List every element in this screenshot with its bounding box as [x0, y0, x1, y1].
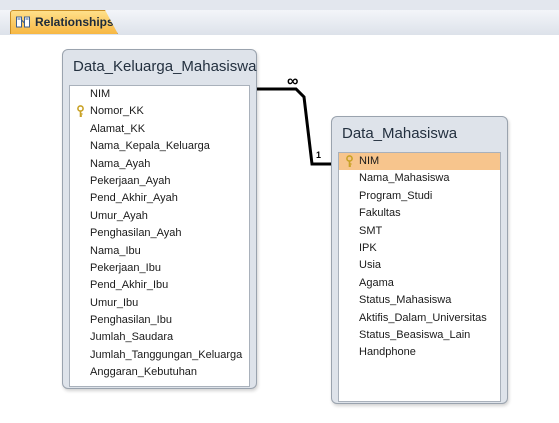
field-row[interactable]: Umur_Ibu — [70, 295, 249, 312]
field-row[interactable]: Status_Beasiswa_Lain — [339, 327, 500, 344]
tab-relationships[interactable]: Relationships — [10, 10, 118, 34]
field-row[interactable]: Aktifis_Dalam_Universitas — [339, 310, 500, 327]
field-name: Nomor_KK — [90, 105, 144, 118]
table-data-mahasiswa[interactable]: Data_Mahasiswa NIM Nama_Mahasiswa Program_… — [331, 116, 508, 404]
field-name: Pend_Akhir_Ayah — [90, 192, 178, 205]
field-row[interactable]: Umur_Ayah — [70, 208, 249, 225]
field-name: NIM — [359, 155, 380, 167]
field-row[interactable]: Penghasilan_Ayah — [70, 225, 249, 242]
field-name: Nama_Ibu — [90, 244, 141, 257]
field-name: IPK — [359, 241, 377, 254]
field-name: Alamat_KK — [90, 122, 146, 135]
field-row[interactable]: NIM — [70, 86, 249, 103]
field-name: Pekerjaan_Ayah — [90, 174, 171, 187]
field-name: SMT — [359, 224, 383, 237]
field-name: Nama_Kepala_Keluarga — [90, 140, 210, 153]
field-name: NIM — [90, 88, 111, 100]
field-row[interactable]: Anggaran_Kebutuhan — [70, 364, 249, 381]
field-name: Agama — [359, 276, 394, 289]
field-row[interactable]: Program_Studi — [339, 188, 500, 205]
field-row[interactable]: IPK — [339, 240, 500, 257]
field-row[interactable]: Nama_Kepala_Keluarga — [70, 138, 249, 155]
field-row[interactable]: Nama_Mahasiswa — [339, 170, 500, 187]
field-name: Penghasilan_Ibu — [90, 314, 172, 327]
document-tab-bar: Relationships — [0, 0, 559, 36]
table-title: Data_Mahasiswa — [342, 125, 458, 142]
field-name: Pekerjaan_Ibu — [90, 261, 161, 274]
field-row[interactable]: NIM — [339, 153, 500, 171]
field-row[interactable]: Pekerjaan_Ayah — [70, 173, 249, 190]
field-name: Jumlah_Saudara — [90, 331, 174, 344]
field-row[interactable]: Status_Mahasiswa — [339, 292, 500, 309]
field-row[interactable]: Penghasilan_Ibu — [70, 312, 249, 329]
field-row[interactable]: Pend_Akhir_Ayah — [70, 190, 249, 207]
field-row[interactable]: Jumlah_Saudara — [70, 329, 249, 346]
field-row[interactable]: SMT — [339, 223, 500, 240]
field-name: Usia — [359, 259, 382, 272]
field-row[interactable]: Agama — [339, 275, 500, 292]
field-name: Anggaran_Kebutuhan — [90, 366, 198, 379]
field-list[interactable]: NIM Nomor_KK Alamat_KK Nama_Kepala_Keluarga… — [69, 85, 250, 387]
field-name: Nama_Mahasiswa — [359, 172, 450, 185]
field-row[interactable]: Jumlah_Tanggungan_Keluarga — [70, 347, 249, 364]
relationships-canvas[interactable]: ∞ 1 Data_Keluarga_Mahasiswa NIM Nomor_KK A… — [0, 35, 559, 423]
field-name: Status_Mahasiswa — [359, 294, 452, 307]
field-name: Fakultas — [359, 207, 401, 220]
field-name: Jumlah_Tanggungan_Keluarga — [90, 348, 243, 361]
table-title: Data_Keluarga_Mahasiswa — [73, 58, 257, 75]
one-cardinality-label: 1 — [316, 150, 322, 160]
field-row[interactable]: Alamat_KK — [70, 121, 249, 138]
tab-label: Relationships — [35, 15, 114, 29]
field-name: Umur_Ayah — [90, 209, 148, 222]
field-name: Pend_Akhir_Ibu — [90, 279, 169, 292]
field-row[interactable]: Pekerjaan_Ibu — [70, 260, 249, 277]
field-name: Handphone — [359, 346, 416, 359]
primary-key-icon — [77, 105, 84, 118]
field-name: Umur_Ibu — [90, 296, 139, 309]
table-data-keluarga-mahasiswa[interactable]: Data_Keluarga_Mahasiswa NIM Nomor_KK Alama… — [62, 49, 257, 389]
field-row[interactable]: Usia — [339, 257, 500, 274]
primary-key-icon — [346, 155, 353, 167]
many-cardinality-label: ∞ — [287, 73, 299, 90]
field-row[interactable]: Handphone — [339, 344, 500, 361]
field-name: Status_Beasiswa_Lain — [359, 328, 471, 341]
field-row[interactable]: Pend_Akhir_Ibu — [70, 277, 249, 294]
field-name: Nama_Ayah — [90, 157, 151, 170]
relationships-icon — [16, 16, 30, 28]
field-row[interactable]: Nama_Ibu — [70, 243, 249, 260]
field-list[interactable]: NIM Nama_Mahasiswa Program_Studi Fakultas SM… — [338, 152, 501, 402]
field-name: Aktifis_Dalam_Universitas — [359, 311, 487, 324]
field-row[interactable]: Nomor_KK — [70, 103, 249, 120]
field-row[interactable]: Nama_Ayah — [70, 156, 249, 173]
field-name: Program_Studi — [359, 189, 433, 202]
field-name: Penghasilan_Ayah — [90, 227, 182, 240]
field-row[interactable]: Fakultas — [339, 205, 500, 222]
